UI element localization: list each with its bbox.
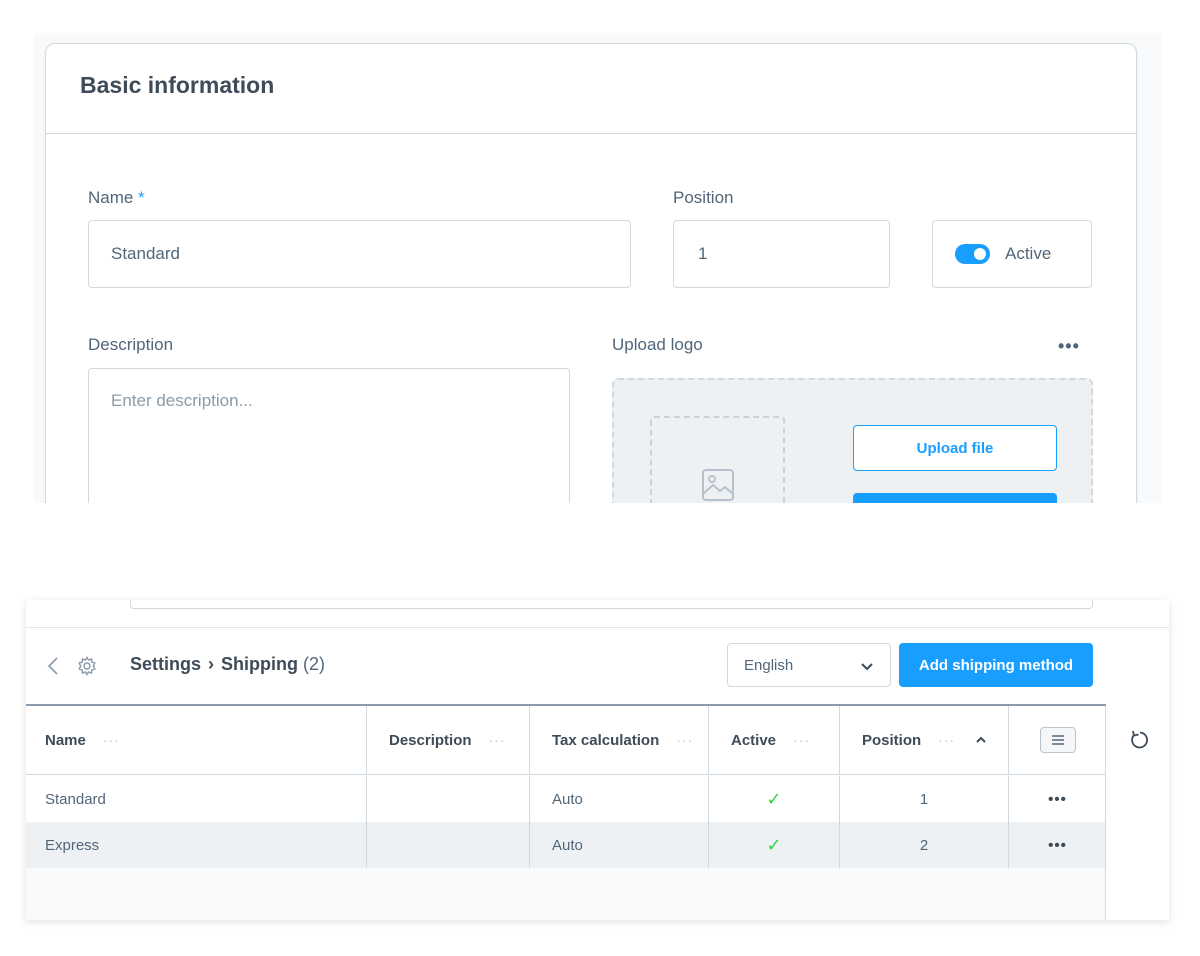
active-toggle[interactable] xyxy=(955,244,990,264)
chevron-left-icon[interactable] xyxy=(46,656,60,676)
refresh-icon[interactable] xyxy=(1129,729,1151,751)
image-icon xyxy=(701,468,735,502)
cell-tax: Auto xyxy=(530,776,709,822)
breadcrumb-separator: › xyxy=(208,654,215,674)
cell-active: ✓ xyxy=(709,822,840,868)
language-select[interactable]: English xyxy=(727,643,891,687)
chevron-down-icon xyxy=(860,656,874,676)
use-media-button[interactable] xyxy=(853,493,1057,503)
card-header: Basic information xyxy=(46,44,1136,134)
cell-actions: ••• xyxy=(1009,822,1106,868)
cell-name[interactable]: Express xyxy=(26,822,367,868)
column-header-active[interactable]: Active ··· xyxy=(709,706,840,774)
upload-more-button[interactable]: ••• xyxy=(1058,336,1080,357)
logo-preview xyxy=(650,416,785,503)
column-header-name[interactable]: Name ··· xyxy=(26,706,367,774)
column-menu-icon[interactable]: ··· xyxy=(489,732,506,748)
breadcrumb: Settings › Shipping (2) xyxy=(130,654,325,675)
table-header-row: Name ··· Description ··· Tax calculation… xyxy=(26,706,1106,775)
cell-position: 1 xyxy=(840,776,1009,822)
breadcrumb-shipping: Shipping xyxy=(221,654,298,674)
column-settings-cell xyxy=(1009,706,1106,774)
upload-dropzone[interactable]: Upload file xyxy=(612,378,1093,503)
name-field-value: Standard xyxy=(111,244,180,263)
cell-description xyxy=(367,776,530,822)
row-actions-button[interactable]: ••• xyxy=(1048,837,1067,854)
column-header-position[interactable]: Position ··· xyxy=(840,706,1009,774)
list-toolbar: Settings › Shipping (2) English Add shippi… xyxy=(26,628,1169,705)
column-name-label: Name xyxy=(45,731,86,749)
position-label: Position xyxy=(673,188,734,207)
column-header-description[interactable]: Description ··· xyxy=(367,706,530,774)
table-empty-area xyxy=(26,868,1106,920)
row-actions-button[interactable]: ••• xyxy=(1048,791,1067,808)
cell-description xyxy=(367,822,530,868)
description-textarea[interactable]: Enter description... xyxy=(88,368,570,503)
cell-name[interactable]: Standard xyxy=(26,776,367,822)
name-label-text: Name xyxy=(88,188,134,207)
column-header-tax[interactable]: Tax calculation ··· xyxy=(530,706,709,774)
shipping-list-panel: Settings › Shipping (2) English Add shippi… xyxy=(26,600,1169,920)
language-select-value: English xyxy=(744,656,794,674)
table-row[interactable]: Standard Auto ✓ 1 ••• xyxy=(26,776,1106,822)
description-label: Description xyxy=(88,335,174,354)
cell-tax: Auto xyxy=(530,822,709,868)
sidebar-divider xyxy=(1105,706,1106,920)
active-label: Active xyxy=(1005,244,1052,263)
column-description-label: Description xyxy=(389,731,472,749)
menu-lines-icon[interactable] xyxy=(1039,727,1076,753)
upload-file-button[interactable]: Upload file xyxy=(853,425,1057,471)
basic-information-panel: Basic information Name * Standard Positi… xyxy=(33,33,1162,503)
check-icon: ✓ xyxy=(766,834,782,855)
active-toggle-box[interactable]: Active xyxy=(932,220,1092,288)
column-active-label: Active xyxy=(731,731,777,749)
cell-actions: ••• xyxy=(1009,776,1106,822)
column-position-label: Position xyxy=(862,731,922,749)
card-title: Basic information xyxy=(80,72,275,98)
name-field[interactable]: Standard xyxy=(88,220,631,288)
search-field-edge xyxy=(130,600,1093,609)
description-placeholder: Enter description... xyxy=(111,391,253,410)
cell-active: ✓ xyxy=(709,776,840,822)
position-field[interactable]: 1 xyxy=(673,220,890,288)
column-tax-label: Tax calculation xyxy=(552,731,660,749)
column-menu-icon[interactable]: ··· xyxy=(938,732,955,748)
position-field-value: 1 xyxy=(698,244,708,263)
breadcrumb-count: (2) xyxy=(303,654,326,674)
required-mark: * xyxy=(138,188,145,207)
gear-icon[interactable] xyxy=(77,656,97,676)
table-row[interactable]: Express Auto ✓ 2 ••• xyxy=(26,822,1106,868)
name-label: Name * xyxy=(88,188,145,208)
column-menu-icon[interactable]: ··· xyxy=(103,732,120,748)
basic-information-card: Basic information Name * Standard Positi… xyxy=(45,43,1137,503)
add-shipping-method-button[interactable]: Add shipping method xyxy=(899,643,1093,687)
column-menu-icon[interactable]: ··· xyxy=(793,732,810,748)
chevron-up-icon[interactable] xyxy=(975,735,987,745)
column-menu-icon[interactable]: ··· xyxy=(676,732,693,748)
cell-position: 2 xyxy=(840,822,1009,868)
upload-logo-label: Upload logo xyxy=(612,335,703,354)
breadcrumb-settings[interactable]: Settings xyxy=(130,654,201,674)
check-icon: ✓ xyxy=(766,788,782,809)
